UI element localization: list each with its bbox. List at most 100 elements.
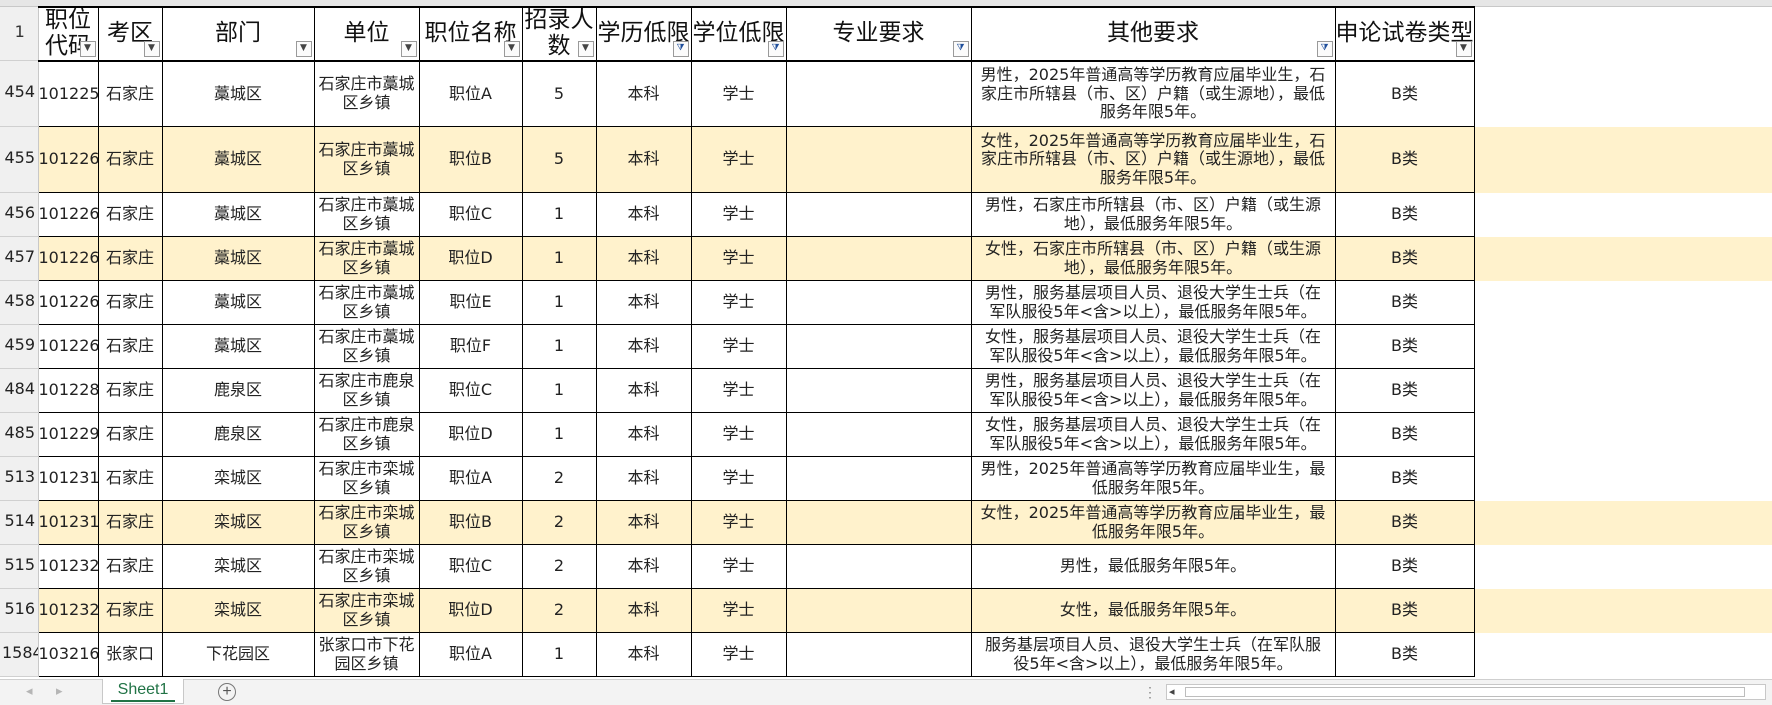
cell-other[interactable]: 女性，最低服务年限5年。	[970, 588, 1336, 633]
cell-other[interactable]: 女性，服务基层项目人员、退役大学生士兵（在军队服役5年<含>以上），最低服务年限…	[970, 324, 1336, 369]
cell-area[interactable]: 石家庄	[97, 588, 163, 633]
row-number[interactable]: 484	[0, 368, 39, 413]
cell-major[interactable]	[785, 324, 972, 369]
cell-education[interactable]: 本科	[595, 192, 692, 237]
cell-position[interactable]: 职位C	[418, 192, 523, 237]
cell-paper-type[interactable]: B类	[1334, 236, 1475, 281]
cell-major[interactable]	[785, 192, 972, 237]
cell-count[interactable]: 1	[521, 632, 597, 677]
empty-cell[interactable]	[1474, 545, 1772, 589]
header-cell-code[interactable]: 职位代码 ▼	[37, 6, 99, 62]
cell-major[interactable]	[785, 280, 972, 325]
cell-code[interactable]: 1012260	[37, 126, 99, 193]
empty-cell[interactable]	[1474, 588, 1772, 633]
cell-unit[interactable]: 石家庄市藁城区乡镇	[313, 60, 420, 127]
row-number[interactable]: 515	[0, 544, 39, 589]
cell-position[interactable]: 职位A	[418, 456, 523, 501]
cell-code[interactable]: 1012319	[37, 500, 99, 545]
cell-other[interactable]: 女性，服务基层项目人员、退役大学生士兵（在军队服役5年<含>以上），最低服务年限…	[970, 412, 1336, 457]
cell-code[interactable]: 1012318	[37, 456, 99, 501]
cell-other[interactable]: 女性，2025年普通高等学历教育应届毕业生，最低服务年限5年。	[970, 500, 1336, 545]
cell-unit[interactable]: 石家庄市栾城区乡镇	[313, 588, 420, 633]
cell-degree[interactable]: 学士	[690, 368, 787, 413]
empty-cell[interactable]	[1474, 413, 1772, 457]
empty-cell[interactable]	[1474, 633, 1772, 677]
cell-unit[interactable]: 张家口市下花园区乡镇	[313, 632, 420, 677]
empty-cell[interactable]	[1474, 236, 1772, 281]
cell-position[interactable]: 职位C	[418, 368, 523, 413]
cell-position[interactable]: 职位D	[418, 588, 523, 633]
cell-unit[interactable]: 石家庄市藁城区乡镇	[313, 236, 420, 281]
cell-other[interactable]: 男性，最低服务年限5年。	[970, 544, 1336, 589]
empty-cell[interactable]	[1474, 369, 1772, 413]
cell-major[interactable]	[785, 544, 972, 589]
cell-dept[interactable]: 藁城区	[161, 60, 315, 127]
cell-position[interactable]: 职位C	[418, 544, 523, 589]
cell-unit[interactable]: 石家庄市栾城区乡镇	[313, 456, 420, 501]
cell-count[interactable]: 1	[521, 412, 597, 457]
row-number[interactable]: 1584	[0, 632, 39, 677]
header-cell-major[interactable]: 专业要求 ⧩	[785, 6, 972, 62]
cell-major[interactable]	[785, 60, 972, 127]
cell-code[interactable]: 1012289	[37, 368, 99, 413]
scroll-tabs-right-icon[interactable]: ▸	[56, 683, 63, 699]
cell-unit[interactable]: 石家庄市栾城区乡镇	[313, 500, 420, 545]
cell-dept[interactable]: 藁城区	[161, 192, 315, 237]
cell-unit[interactable]: 石家庄市藁城区乡镇	[313, 126, 420, 193]
cell-dept[interactable]: 藁城区	[161, 280, 315, 325]
cell-area[interactable]: 石家庄	[97, 412, 163, 457]
cell-count[interactable]: 2	[521, 500, 597, 545]
row-number[interactable]: 514	[0, 500, 39, 545]
cell-major[interactable]	[785, 368, 972, 413]
cell-education[interactable]: 本科	[595, 632, 692, 677]
cell-major[interactable]	[785, 456, 972, 501]
cell-position[interactable]: 职位A	[418, 60, 523, 127]
header-cell-degree[interactable]: 学位低限 ⧩	[690, 6, 787, 62]
spreadsheet-grid[interactable]: 1 职位代码 ▼ 考区 ▼ 部门 ▼ 单位 ▼ 职位名称 ▼ 招录人数 ▼ 学历低限 ⧩ 学位…	[0, 6, 1772, 679]
row-number[interactable]: 516	[0, 588, 39, 633]
filter-dropdown-icon[interactable]: ▼	[79, 40, 96, 57]
cell-count[interactable]: 2	[521, 544, 597, 589]
cell-dept[interactable]: 栾城区	[161, 456, 315, 501]
filter-dropdown-icon[interactable]: ▼	[503, 40, 520, 57]
filter-dropdown-icon[interactable]: ▼	[143, 40, 160, 57]
row-number[interactable]: 456	[0, 192, 39, 237]
row-number[interactable]: 1	[0, 7, 39, 61]
empty-cell[interactable]	[1474, 500, 1772, 545]
cell-dept[interactable]: 下花园区	[161, 632, 315, 677]
cell-area[interactable]: 石家庄	[97, 280, 163, 325]
cell-position[interactable]: 职位D	[418, 236, 523, 281]
cell-paper-type[interactable]: B类	[1334, 60, 1475, 127]
cell-degree[interactable]: 学士	[690, 632, 787, 677]
cell-code[interactable]: 1012263	[37, 280, 99, 325]
cell-count[interactable]: 1	[521, 236, 597, 281]
cell-other[interactable]: 男性，2025年普通高等学历教育应届毕业生，石家庄市所辖县（市、区）户籍（或生源…	[970, 60, 1336, 127]
cell-area[interactable]: 石家庄	[97, 324, 163, 369]
cell-education[interactable]: 本科	[595, 126, 692, 193]
cell-paper-type[interactable]: B类	[1334, 632, 1475, 677]
cell-paper-type[interactable]: B类	[1334, 368, 1475, 413]
cell-code[interactable]: 1012320	[37, 544, 99, 589]
header-cell-unit[interactable]: 单位 ▼	[313, 6, 420, 62]
cell-education[interactable]: 本科	[595, 544, 692, 589]
cell-degree[interactable]: 学士	[690, 280, 787, 325]
cell-paper-type[interactable]: B类	[1334, 126, 1475, 193]
cell-education[interactable]: 本科	[595, 324, 692, 369]
cell-degree[interactable]: 学士	[690, 60, 787, 127]
cell-dept[interactable]: 鹿泉区	[161, 368, 315, 413]
cell-major[interactable]	[785, 500, 972, 545]
cell-area[interactable]: 张家口	[97, 632, 163, 677]
empty-cell[interactable]	[1474, 126, 1772, 193]
cell-count[interactable]: 2	[521, 456, 597, 501]
cell-position[interactable]: 职位B	[418, 500, 523, 545]
filter-active-icon[interactable]: ⧩	[767, 40, 784, 57]
cell-education[interactable]: 本科	[595, 588, 692, 633]
cell-major[interactable]	[785, 588, 972, 633]
cell-degree[interactable]: 学士	[690, 588, 787, 633]
add-sheet-icon[interactable]: +	[218, 683, 236, 701]
cell-code[interactable]: 1012321	[37, 588, 99, 633]
sheet-tab[interactable]: Sheet1	[102, 679, 184, 704]
cell-dept[interactable]: 栾城区	[161, 500, 315, 545]
cell-code[interactable]: 1012264	[37, 324, 99, 369]
tab-splitter-handle[interactable]: ⋮	[1143, 684, 1157, 701]
